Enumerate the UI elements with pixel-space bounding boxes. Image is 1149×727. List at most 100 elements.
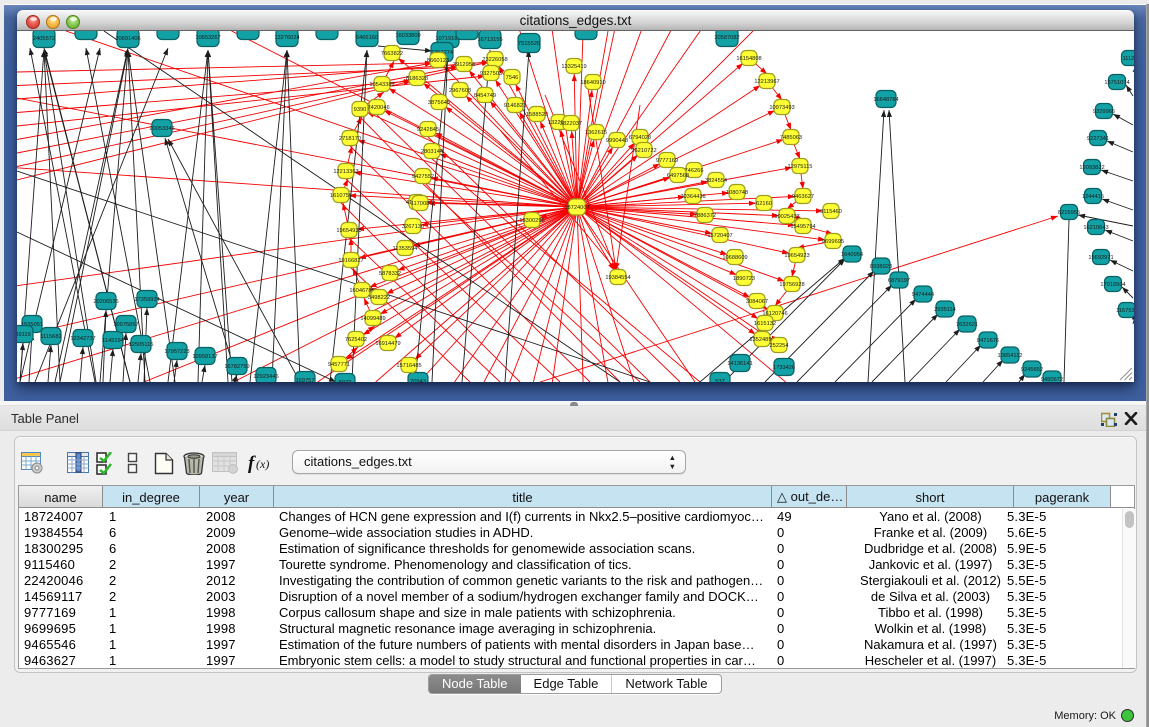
svg-text:13325419: 13325419	[561, 64, 586, 70]
svg-text:16210643: 16210643	[1083, 225, 1108, 231]
svg-text:19654923: 19654923	[784, 253, 809, 259]
svg-text:1615132: 1615132	[754, 321, 776, 327]
svg-text:f: f	[248, 453, 256, 474]
svg-text:10025433: 10025433	[774, 214, 799, 220]
svg-text:6879197: 6879197	[888, 278, 910, 284]
svg-text:12505115: 12505115	[129, 342, 154, 348]
svg-text:12975115: 12975115	[788, 164, 813, 170]
svg-text:1080748: 1080748	[726, 190, 748, 196]
svg-text:1244415: 1244415	[1082, 194, 1104, 200]
svg-text:15495794: 15495794	[790, 224, 815, 230]
svg-text:8972: 8972	[339, 380, 352, 382]
svg-text:16154808: 16154808	[736, 56, 761, 62]
svg-text:1115682: 1115682	[40, 334, 61, 340]
svg-text:1167533: 1167533	[1116, 308, 1134, 314]
svg-text:8660123: 8660123	[427, 58, 449, 64]
svg-text:9327503: 9327503	[480, 71, 502, 77]
svg-text:16210722: 16210722	[631, 148, 656, 154]
svg-text:19384554: 19384554	[605, 275, 630, 281]
svg-text:252254: 252254	[770, 343, 789, 349]
svg-text:169757: 169757	[296, 378, 315, 382]
svg-text:15751074: 15751074	[1104, 80, 1129, 86]
svg-text:20691406: 20691406	[115, 36, 140, 42]
svg-text:10688609: 10688609	[722, 255, 747, 261]
svg-text:10958137: 10958137	[192, 354, 217, 360]
svg-text:18640910: 18640910	[580, 80, 605, 86]
svg-text:8454749: 8454749	[474, 93, 496, 99]
svg-text:23226058: 23226058	[482, 57, 507, 63]
svg-text:20206536: 20206536	[93, 299, 118, 305]
svg-text:1890723: 1890723	[733, 276, 755, 282]
svg-text:(x): (x)	[256, 457, 269, 471]
svg-text:15720407: 15720407	[707, 233, 732, 239]
svg-text:1640954: 1640954	[841, 252, 863, 258]
svg-text:18300295: 18300295	[519, 218, 544, 224]
svg-text:9457771: 9457771	[328, 362, 350, 368]
svg-text:15716485: 15716485	[396, 363, 421, 369]
svg-text:17957223: 17957223	[164, 349, 189, 355]
svg-text:9146821: 9146821	[504, 103, 526, 109]
svg-text:9474444: 9474444	[912, 292, 934, 298]
svg-text:7515526: 7515526	[518, 41, 540, 47]
svg-text:8471676: 8471676	[977, 338, 999, 344]
svg-text:3875645: 3875645	[428, 100, 450, 106]
svg-text:9427552: 9427552	[412, 174, 434, 180]
svg-text:12093822: 12093822	[1079, 165, 1104, 171]
svg-text:1610755: 1610755	[330, 193, 352, 199]
svg-text:11353594: 11353594	[393, 246, 418, 252]
svg-text:12923446: 12923446	[253, 374, 278, 380]
svg-text:20587082: 20587082	[714, 35, 739, 41]
svg-text:3822037: 3822037	[560, 121, 582, 127]
svg-text:9777169: 9777169	[656, 158, 678, 164]
svg-text:7663822: 7663822	[381, 51, 403, 57]
svg-text:19756928: 19756928	[779, 282, 804, 288]
svg-text:3824554: 3824554	[705, 178, 727, 184]
svg-text:12342737: 12342737	[70, 336, 95, 342]
svg-text:1145194: 1145194	[102, 338, 124, 344]
svg-text:16782759: 16782759	[224, 364, 249, 370]
svg-text:16648784: 16648784	[873, 97, 898, 103]
svg-text:39119: 39119	[17, 332, 31, 338]
svg-text:2803144: 2803144	[421, 149, 443, 155]
svg-text:7625402: 7625402	[345, 337, 367, 343]
svg-text:16914479: 16914479	[375, 341, 400, 347]
svg-text:2935114: 2935114	[934, 307, 956, 313]
svg-text:1588520: 1588520	[526, 112, 548, 118]
svg-text:2405572: 2405572	[33, 36, 55, 42]
svg-text:16033809: 16033809	[395, 33, 420, 39]
svg-text:18724007: 18724007	[564, 205, 589, 211]
svg-text:14136141: 14136141	[727, 361, 752, 367]
svg-text:8186328: 8186328	[406, 76, 428, 82]
svg-text:20053346: 20053346	[149, 126, 174, 132]
svg-text:9245652: 9245652	[1021, 367, 1043, 373]
svg-text:7632621: 7632621	[956, 322, 978, 328]
svg-text:6497568: 6497568	[667, 173, 689, 179]
svg-text:10654112: 10654112	[998, 353, 1023, 359]
svg-text:3267130: 3267130	[402, 224, 424, 230]
svg-text:1362615: 1362615	[585, 130, 607, 136]
svg-text:62160: 62160	[756, 201, 772, 207]
svg-text:1733426: 1733426	[773, 365, 795, 371]
svg-text:9242845: 9242845	[417, 127, 439, 133]
svg-text:7546: 7546	[506, 75, 519, 81]
svg-text:8215955: 8215955	[1058, 210, 1080, 216]
svg-text:117008: 117008	[411, 201, 430, 207]
svg-text:9463627: 9463627	[792, 194, 814, 200]
svg-text:5878332: 5878332	[379, 271, 401, 277]
svg-text:7886372: 7886372	[694, 213, 716, 219]
svg-text:10975857: 10975857	[113, 322, 138, 328]
svg-text:9990448: 9990448	[606, 138, 628, 144]
svg-text:9329966: 9329966	[1093, 109, 1115, 115]
svg-text:3084067: 3084067	[746, 299, 768, 305]
svg-text:9390: 9390	[354, 107, 367, 113]
svg-text:16713155: 16713155	[477, 37, 502, 43]
svg-text:2718170: 2718170	[339, 136, 361, 142]
svg-text:6466160: 6466160	[356, 35, 378, 41]
svg-text:19654933: 19654933	[336, 228, 361, 234]
svg-text:6794028: 6794028	[629, 135, 651, 141]
svg-text:3912954: 3912954	[453, 62, 475, 68]
svg-text:9115460: 9115460	[820, 209, 842, 215]
svg-text:2967608: 2967608	[449, 88, 471, 94]
svg-text:9450672: 9450672	[1041, 377, 1063, 382]
svg-text:20364436: 20364436	[680, 194, 705, 200]
